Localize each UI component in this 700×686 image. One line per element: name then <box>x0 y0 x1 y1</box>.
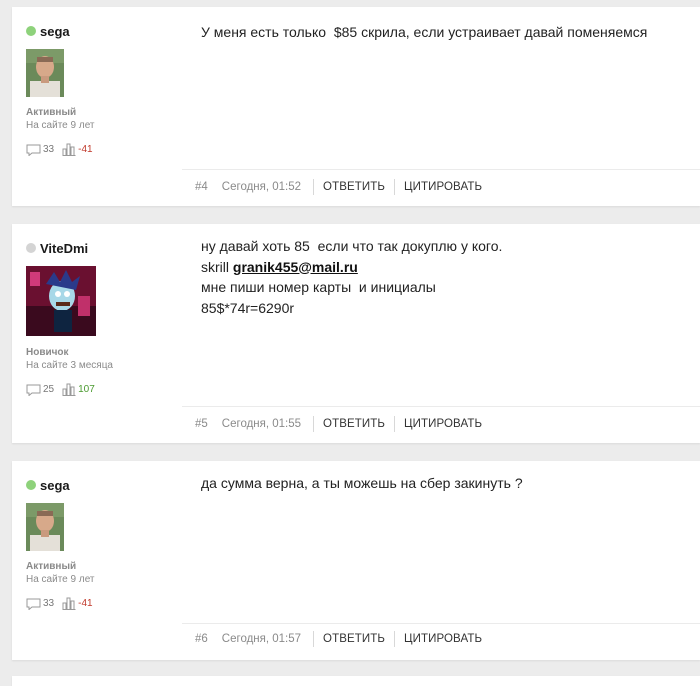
post-number-link[interactable]: #4 <box>195 181 208 193</box>
user-rank: Активный <box>26 107 77 118</box>
forum-post: ViteDmi Новичок На сайте 3 месяца 25 107… <box>12 224 700 443</box>
avatar[interactable] <box>26 266 96 336</box>
reputation[interactable]: -41 <box>62 597 93 610</box>
forum-post: sega Активный На сайте 9 лет 33 <box>12 7 700 206</box>
divider <box>182 406 700 407</box>
post-author: sega Активный На сайте 9 лет 33 -41 <box>26 477 186 610</box>
reputation-value: -41 <box>78 598 93 609</box>
post-number-link[interactable]: #6 <box>195 633 208 645</box>
online-status-icon <box>26 26 36 36</box>
comment-count-value: 25 <box>43 384 55 395</box>
post-author: sega Активный На сайте 9 лет 33 -41 <box>26 23 186 156</box>
reputation[interactable]: 107 <box>62 383 95 396</box>
member-since: На сайте 9 лет <box>26 120 95 131</box>
post-author: ViteDmi Новичок На сайте 3 месяца 25 107 <box>26 240 186 396</box>
comment-count[interactable]: 33 <box>26 598 54 610</box>
reputation[interactable]: -41 <box>62 143 93 156</box>
avatar[interactable] <box>26 49 64 97</box>
online-status-icon <box>26 480 36 490</box>
divider <box>182 623 700 624</box>
username-link[interactable]: ViteDmi <box>40 241 88 256</box>
forum-post <box>12 676 700 686</box>
post-content: ну давай хоть 85 если что так докуплю у … <box>201 236 680 318</box>
avatar[interactable] <box>26 503 64 551</box>
post-number-link[interactable]: #5 <box>195 418 208 430</box>
reputation-value: -41 <box>78 144 93 155</box>
comment-count[interactable]: 33 <box>26 144 54 156</box>
post-footer: #4 Сегодня, 01:52 ОТВЕТИТЬ ЦИТИРОВАТЬ <box>195 177 491 197</box>
skrill-label: skrill <box>201 258 233 275</box>
post-content: У меня есть только $85 скрила, если устр… <box>201 22 680 43</box>
post-date: Сегодня, 01:57 <box>221 633 302 645</box>
comment-icon <box>26 144 41 156</box>
comment-count[interactable]: 25 <box>26 384 54 396</box>
post-text: У меня есть только $85 скрила, если устр… <box>201 24 648 40</box>
email-link[interactable]: granik455@mail.ru <box>233 259 358 275</box>
reputation-icon <box>62 383 76 396</box>
divider <box>182 169 700 170</box>
quote-button[interactable]: ЦИТИРОВАТЬ <box>395 633 491 645</box>
post-footer: #5 Сегодня, 01:55 ОТВЕТИТЬ ЦИТИРОВАТЬ <box>195 414 491 434</box>
reply-button[interactable]: ОТВЕТИТЬ <box>314 633 394 645</box>
post-text: 85$*74r=6290r <box>201 299 295 316</box>
post-footer: #6 Сегодня, 01:57 ОТВЕТИТЬ ЦИТИРОВАТЬ <box>195 629 491 649</box>
quote-button[interactable]: ЦИТИРОВАТЬ <box>395 418 491 430</box>
reputation-icon <box>62 143 76 156</box>
quote-button[interactable]: ЦИТИРОВАТЬ <box>395 181 491 193</box>
reply-button[interactable]: ОТВЕТИТЬ <box>314 418 394 430</box>
post-content: да сумма верна, а ты можешь на сбер заки… <box>201 473 680 494</box>
member-since: На сайте 3 месяца <box>26 360 113 371</box>
post-text: мне пиши номер карты и инициалы <box>201 279 436 295</box>
user-rank: Новичок <box>26 347 69 358</box>
username-link[interactable]: sega <box>40 24 70 39</box>
offline-status-icon <box>26 243 36 253</box>
reply-button[interactable]: ОТВЕТИТЬ <box>314 181 394 193</box>
username-link[interactable]: sega <box>40 478 70 493</box>
reputation-value: 107 <box>78 384 95 395</box>
comment-count-value: 33 <box>43 598 55 609</box>
post-date: Сегодня, 01:52 <box>221 181 302 193</box>
post-text: да сумма верна, а ты можешь на сбер заки… <box>201 475 523 491</box>
post-date: Сегодня, 01:55 <box>221 418 302 430</box>
post-text: ну давай хоть 85 если что так докуплю у … <box>201 238 503 254</box>
post-text: skrill granik455@mail.ru <box>201 257 680 278</box>
comment-icon <box>26 598 41 610</box>
reputation-icon <box>62 597 76 610</box>
member-since: На сайте 9 лет <box>26 574 95 585</box>
user-rank: Активный <box>26 561 77 572</box>
comment-count-value: 33 <box>43 144 55 155</box>
comment-icon <box>26 384 41 396</box>
forum-post: sega Активный На сайте 9 лет 33 <box>12 461 700 660</box>
